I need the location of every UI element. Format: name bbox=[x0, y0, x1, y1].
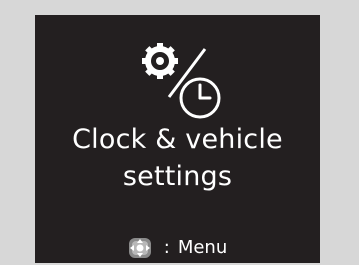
title-line-1: Clock & vehicle bbox=[72, 124, 283, 155]
clock-icon bbox=[179, 77, 221, 119]
display-screen: Clock & vehicle settings : Menu bbox=[35, 15, 320, 263]
gear-icon bbox=[142, 43, 178, 79]
hint-separator: : bbox=[163, 237, 170, 258]
page-title: Clock & vehicle settings bbox=[35, 121, 320, 195]
menu-hint: : Menu bbox=[35, 236, 320, 260]
hint-label-menu: Menu bbox=[177, 237, 228, 258]
multi-directional-pad-icon bbox=[128, 238, 151, 258]
clock-vehicle-settings-icon bbox=[142, 43, 221, 119]
title-line-2: settings bbox=[122, 161, 233, 192]
screenshot-frame: Clock & vehicle settings : Menu bbox=[0, 0, 359, 265]
